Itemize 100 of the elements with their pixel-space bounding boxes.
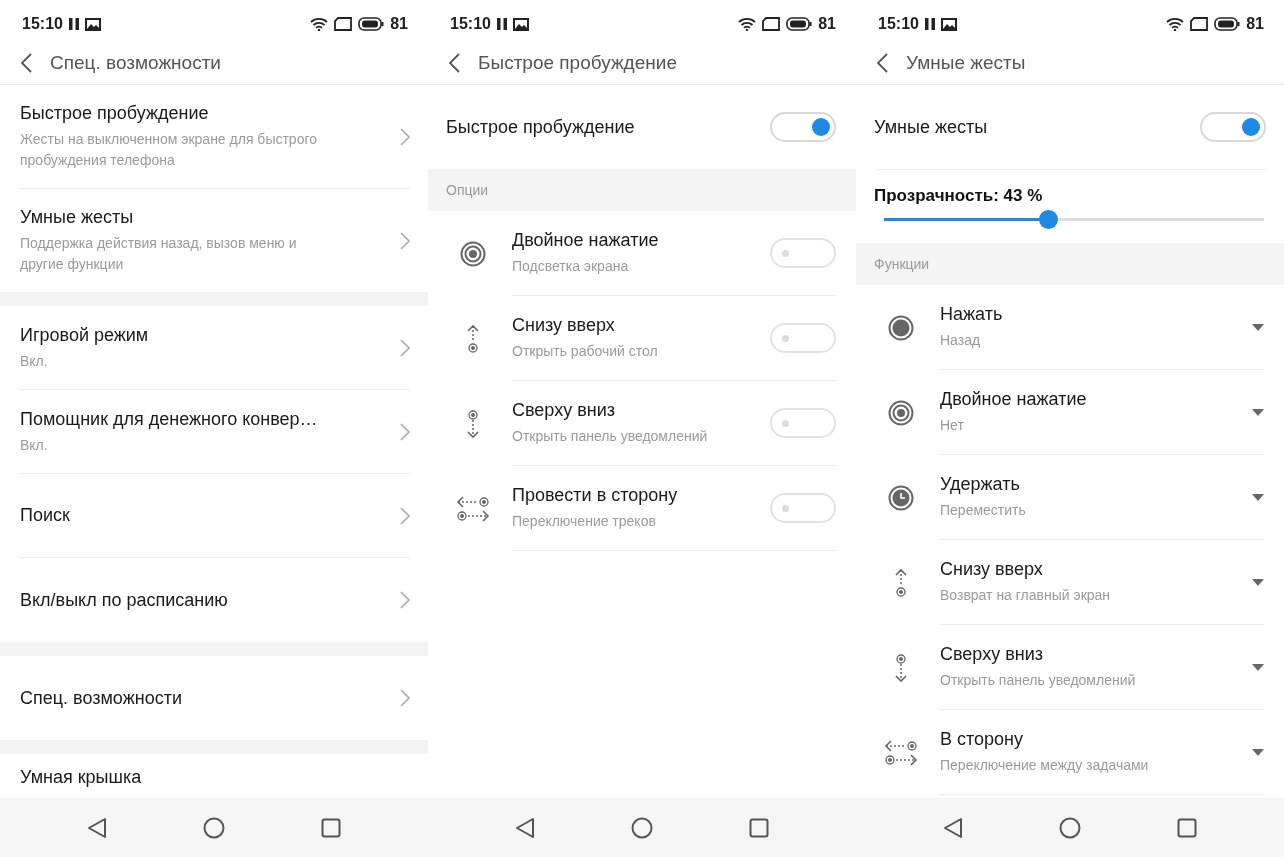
section-title: Функции	[874, 256, 930, 272]
setting-row[interactable]: Умные жесты	[874, 85, 1266, 170]
gesture-title: В сторону	[940, 728, 1025, 751]
sim-card-icon	[762, 17, 781, 31]
back-icon[interactable]	[448, 53, 460, 73]
battery-level: 81	[1246, 15, 1264, 33]
recents-nav-icon[interactable]	[749, 817, 769, 838]
back-nav-icon[interactable]	[87, 816, 107, 839]
battery-icon	[358, 17, 385, 31]
sim-card-icon	[334, 17, 353, 31]
status-time: 15:10	[450, 15, 491, 33]
back-icon[interactable]	[876, 53, 888, 73]
toggle-switch[interactable]	[770, 323, 836, 353]
dropdown-caret-icon[interactable]	[1252, 748, 1264, 756]
home-nav-icon[interactable]	[1059, 816, 1081, 839]
dropdown-caret-icon[interactable]	[1252, 493, 1264, 501]
status-time: 15:10	[22, 15, 63, 33]
gesture-action: Возврат на главный экран	[940, 586, 1111, 605]
settings-item[interactable]: Помощник для денежного конвер… Вкл.	[20, 390, 410, 474]
setting-title: Умные жесты	[874, 115, 988, 139]
gesture-title: Нажать	[940, 303, 1003, 326]
swipe-sideways-icon	[456, 494, 490, 523]
home-nav-icon[interactable]	[631, 816, 653, 839]
settings-item[interactable]: Спец. возможности	[20, 656, 410, 740]
toggle-switch[interactable]	[770, 238, 836, 268]
battery-level: 81	[818, 15, 836, 33]
dropdown-caret-icon[interactable]	[1252, 663, 1264, 671]
gesture-title: Провести в сторону	[512, 484, 678, 507]
toggle-switch[interactable]	[770, 408, 836, 438]
swipe-sideways-icon	[884, 738, 918, 767]
back-icon[interactable]	[20, 53, 32, 73]
chevron-right-icon	[400, 422, 410, 441]
gesture-title: Удержать	[940, 473, 1021, 496]
back-nav-icon[interactable]	[515, 816, 535, 839]
tap-circle-icon	[888, 314, 914, 341]
pause-icon	[496, 18, 507, 30]
settings-item[interactable]: Поиск	[20, 474, 410, 558]
settings-item[interactable]: Вкл/выкл по расписанию	[20, 558, 410, 642]
item-title: Поиск	[20, 504, 70, 527]
settings-item[interactable]: Умные жесты Поддержка действия назад, вызов меню и другие функции	[20, 189, 410, 292]
page-title: Спец. возможности	[50, 52, 221, 74]
setting-title: Быстрое пробуждение	[446, 115, 635, 139]
recents-nav-icon[interactable]	[321, 817, 341, 838]
gesture-action: Открыть панель уведомлений	[512, 427, 708, 446]
wifi-icon	[1166, 17, 1185, 31]
item-title: Быстрое пробуждение	[20, 102, 210, 125]
wifi-icon	[310, 17, 329, 31]
status-time: 15:10	[878, 15, 919, 33]
recents-nav-icon[interactable]	[1177, 817, 1197, 838]
gesture-action: Переключение треков	[512, 512, 657, 531]
back-nav-icon[interactable]	[943, 816, 963, 839]
item-title: Умная крышка	[20, 766, 142, 789]
gesture-action: Подсветка экрана	[512, 257, 630, 276]
chevron-right-icon	[400, 338, 410, 357]
image-notification-icon	[84, 17, 101, 31]
item-title: Помощник для денежного конвер…	[20, 407, 318, 431]
item-title: Вкл/выкл по расписанию	[20, 588, 228, 612]
gesture-title: Снизу вверх	[940, 558, 1044, 581]
toggle-switch[interactable]	[770, 112, 836, 142]
item-title: Спец. возможности	[20, 686, 182, 710]
dropdown-caret-icon[interactable]	[1252, 323, 1264, 331]
chevron-right-icon	[400, 689, 410, 707]
double-tap-circle-icon	[460, 240, 486, 267]
item-subtitle: Вкл.	[20, 351, 49, 371]
setting-row[interactable]: Быстрое пробуждение	[428, 85, 856, 169]
item-subtitle: Поддержка действия назад, вызов меню и другие функции	[20, 234, 298, 274]
image-notification-icon	[512, 17, 529, 31]
gesture-title: Сверху вниз	[940, 643, 1044, 666]
swipe-up-icon	[466, 323, 480, 354]
chevron-right-icon	[400, 591, 410, 609]
battery-icon	[1214, 17, 1241, 31]
gesture-title: Двойное нажатие	[940, 388, 1087, 411]
item-title: Игровой режим	[20, 323, 149, 347]
battery-level: 81	[390, 15, 408, 33]
gesture-title: Сверху вниз	[512, 399, 616, 422]
double-tap-circle-icon	[888, 399, 914, 426]
gesture-title: Двойное нажатие	[512, 229, 659, 252]
home-nav-icon[interactable]	[203, 816, 225, 839]
page-title: Быстрое пробуждение	[478, 52, 677, 74]
gesture-action: Открыть рабочий стол	[512, 342, 658, 361]
dropdown-caret-icon[interactable]	[1252, 578, 1264, 586]
gesture-action: Переместить	[940, 501, 1026, 520]
toggle-switch[interactable]	[770, 493, 836, 523]
chevron-right-icon	[400, 127, 410, 146]
toggle-switch[interactable]	[1200, 112, 1266, 142]
wifi-icon	[738, 17, 757, 31]
gesture-action: Назад	[940, 331, 982, 350]
slider-thumb[interactable]	[1038, 210, 1058, 229]
slider-label: Прозрачность: 43 %	[874, 186, 1044, 206]
dropdown-caret-icon[interactable]	[1252, 408, 1264, 416]
settings-item[interactable]: Игровой режим Вкл.	[20, 306, 410, 390]
battery-icon	[786, 17, 813, 31]
gesture-action: Открыть панель уведомлений	[940, 671, 1136, 690]
pause-icon	[924, 18, 935, 30]
settings-item[interactable]: Быстрое пробуждение Жесты на выключенном экране для быстрого пробуждения телефона	[20, 85, 410, 189]
clock-icon	[888, 484, 914, 511]
section-title: Опции	[446, 182, 489, 198]
gesture-action: Переключение между задачами	[940, 756, 1149, 775]
settings-item[interactable]: Умная крышка	[20, 754, 410, 789]
item-title: Умные жесты	[20, 206, 135, 229]
